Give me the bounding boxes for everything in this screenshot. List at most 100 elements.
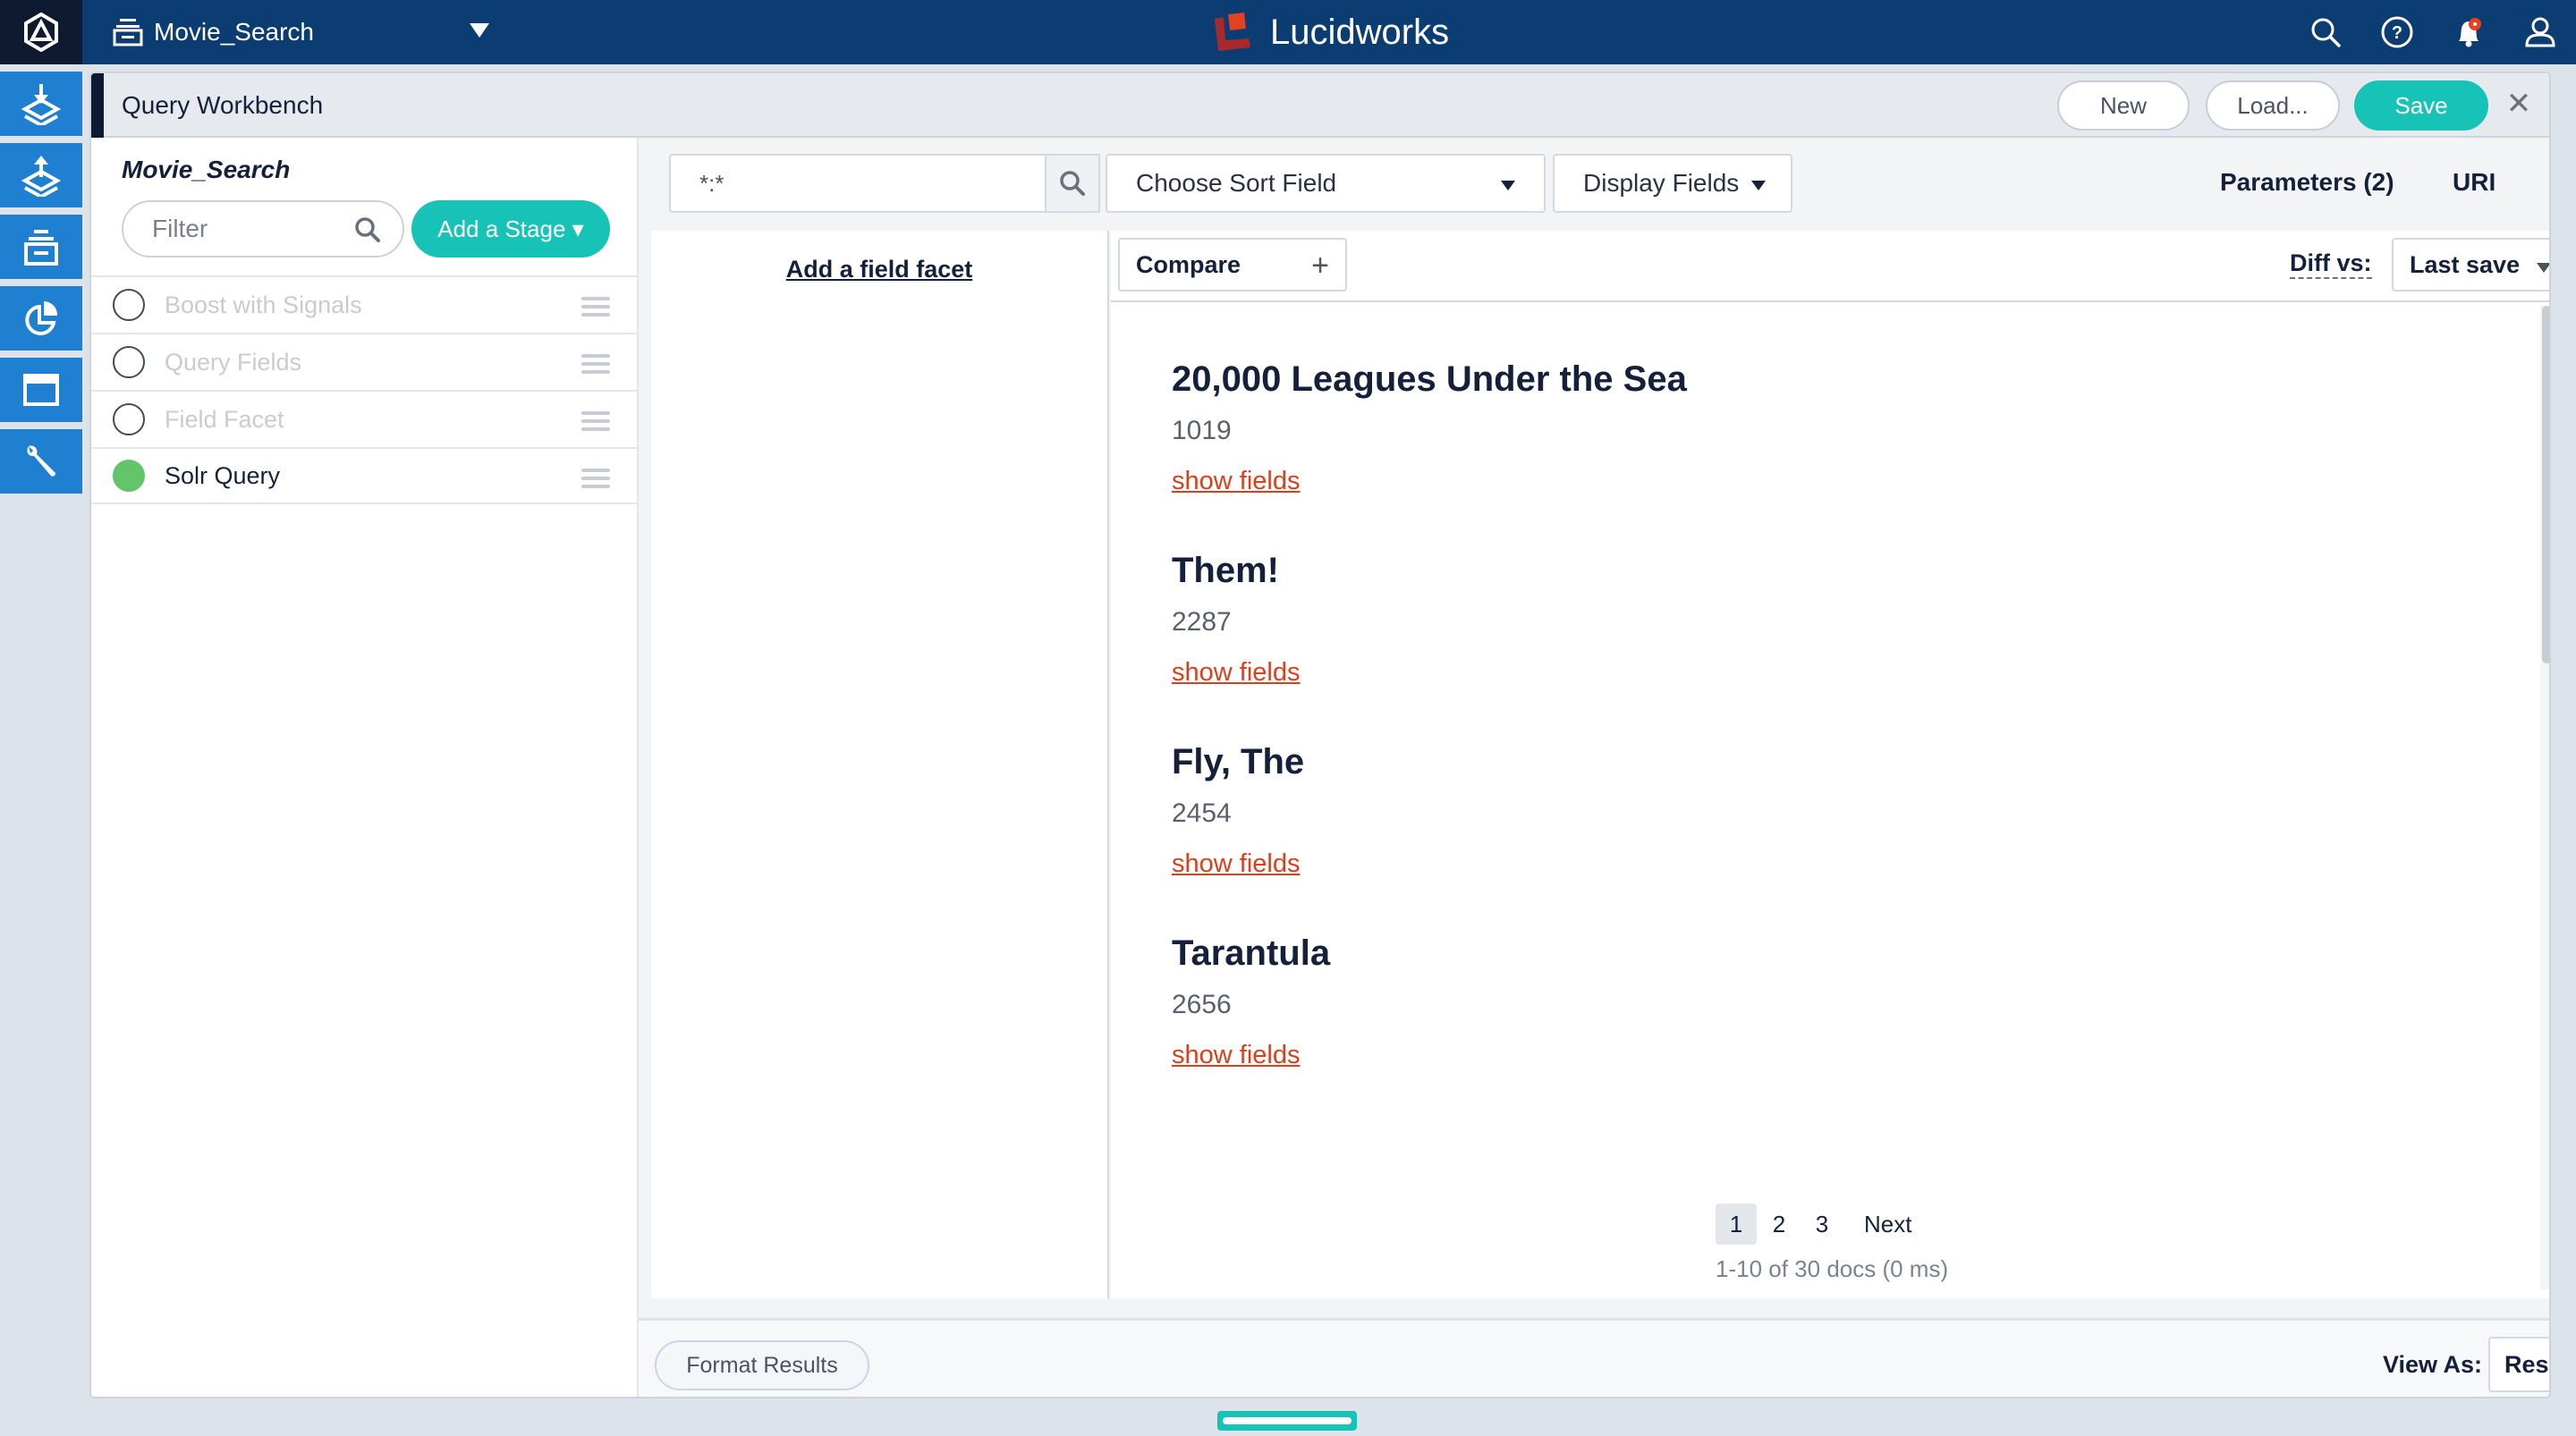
brand: Lucidworks	[1213, 0, 1449, 64]
filter-search-icon	[355, 217, 380, 242]
show-fields-link[interactable]: show fields	[1172, 1039, 1300, 1071]
show-fields-link[interactable]: show fields	[1172, 465, 1300, 497]
result-id: 2287	[1172, 607, 1232, 637]
rail-item-index[interactable]	[0, 72, 82, 136]
panel-resize-handle[interactable]	[1217, 1411, 1357, 1431]
app-selector-caret-icon[interactable]	[470, 23, 489, 38]
diff-vs-select[interactable]: Last save	[2392, 238, 2549, 291]
new-button[interactable]: New	[2057, 80, 2190, 131]
page-3-button[interactable]: 3	[1801, 1204, 1843, 1245]
query-input[interactable]: *:*	[669, 154, 1046, 213]
wrench-icon	[27, 445, 55, 477]
stage-toggle[interactable]	[113, 289, 145, 321]
add-field-facet-link[interactable]: Add a field facet	[651, 256, 1107, 283]
collections-icon	[24, 230, 58, 266]
results-list: 20,000 Leagues Under the Sea 1019 show f…	[1172, 356, 1687, 1121]
save-button[interactable]: Save	[2354, 80, 2488, 131]
stage-item[interactable]: Solr Query	[91, 447, 637, 504]
page-1-button[interactable]: 1	[1716, 1204, 1757, 1245]
close-icon[interactable]: ✕	[2501, 86, 2537, 122]
plus-icon: +	[1311, 249, 1329, 283]
pipeline-stages-panel: Movie_Search Filter Add a Stage ▾ Boost …	[91, 138, 639, 1397]
show-fields-link[interactable]: show fields	[1172, 848, 1300, 880]
rail-item-query[interactable]	[0, 143, 82, 207]
sort-field-label: Choose Sort Field	[1136, 169, 1337, 197]
format-results-button[interactable]: Format Results	[655, 1340, 869, 1390]
result-title: Them!	[1172, 551, 1279, 590]
pagination: 1 2 3 Next	[1716, 1204, 1911, 1245]
notifications-button[interactable]	[2433, 0, 2504, 64]
next-page-button[interactable]: Next	[1864, 1211, 1911, 1238]
query-search-button[interactable]	[1046, 154, 1100, 213]
stage-item[interactable]: Query Fields	[91, 333, 637, 390]
help-icon: ?	[2381, 16, 2413, 48]
rail-item-system[interactable]	[0, 429, 82, 494]
stage-toggle[interactable]	[113, 460, 145, 492]
stage-item[interactable]: Boost with Signals	[91, 275, 637, 333]
drag-handle-icon[interactable]	[581, 354, 610, 378]
pipeline-name: Movie_Search	[122, 156, 291, 183]
result-title: Tarantula	[1172, 933, 1331, 973]
query-workbench-panel: Query Workbench New Load... Save ✕ Movie…	[89, 72, 2551, 1398]
compare-button[interactable]: Compare +	[1118, 238, 1347, 291]
drag-handle-icon[interactable]	[581, 297, 610, 321]
brand-name: Lucidworks	[1270, 12, 1450, 52]
lucidworks-logo-icon	[1213, 12, 1254, 53]
result-item: Them! 2287 show fields	[1172, 547, 1687, 688]
drag-handle-icon[interactable]	[581, 411, 610, 435]
stage-toggle[interactable]	[113, 346, 145, 378]
view-as-value: Results	[2504, 1350, 2549, 1378]
chevron-down-icon	[1501, 181, 1515, 190]
drag-handle-icon[interactable]	[581, 469, 610, 493]
result-item: 20,000 Leagues Under the Sea 1019 show f…	[1172, 356, 1687, 497]
fusion-logo[interactable]	[0, 0, 82, 64]
display-fields-select[interactable]: Display Fields	[1553, 154, 1792, 213]
result-item: Fly, The 2454 show fields	[1172, 739, 1687, 880]
stage-list: Boost with Signals Query Fields Field Fa…	[91, 275, 637, 504]
panel-title: Query Workbench	[122, 91, 324, 119]
chevron-down-icon	[2537, 263, 2549, 273]
analytics-icon	[25, 300, 58, 335]
diff-vs-label: Diff vs:	[2290, 249, 2372, 279]
result-id: 2656	[1172, 990, 1232, 1019]
filter-placeholder: Filter	[152, 215, 208, 242]
parameters-link[interactable]: Parameters (2)	[2220, 168, 2394, 197]
load-button[interactable]: Load...	[2206, 80, 2340, 131]
result-title: Fly, The	[1172, 742, 1305, 781]
view-as-label: View As:	[2383, 1351, 2483, 1378]
stage-filter-input[interactable]: Filter	[122, 200, 404, 258]
add-stage-button[interactable]: Add a Stage ▾	[411, 200, 610, 258]
results-scrollbar[interactable]	[2540, 306, 2549, 1289]
diff-vs-value: Last save	[2410, 250, 2521, 278]
sort-field-select[interactable]: Choose Sort Field	[1106, 154, 1546, 213]
results-toolbar: Compare + Diff vs: Last save	[1111, 231, 2549, 302]
stage-item[interactable]: Field Facet	[91, 390, 637, 447]
notifications-icon	[2459, 18, 2481, 47]
query-value: *:*	[699, 169, 724, 197]
uri-link[interactable]: URI	[2453, 168, 2496, 197]
show-fields-link[interactable]: show fields	[1172, 656, 1300, 688]
workbench-area: *:* Choose Sort Field Display Fields Par…	[639, 138, 2549, 1397]
app-view-icon	[23, 374, 59, 406]
query-icon	[21, 156, 61, 197]
rail-item-analytics[interactable]	[0, 286, 82, 351]
user-icon	[2525, 17, 2555, 47]
page-2-button[interactable]: 2	[1758, 1204, 1800, 1245]
result-item: Tarantula 2656 show fields	[1172, 930, 1687, 1071]
app-selector[interactable]: Movie_Search	[113, 0, 314, 64]
view-as-select[interactable]: Results	[2488, 1337, 2549, 1392]
rail-item-app-view[interactable]	[0, 358, 82, 422]
scrollbar-thumb[interactable]	[2542, 306, 2549, 663]
result-count: 1-10 of 30 docs (0 ms)	[1716, 1255, 1949, 1282]
app-icon	[113, 19, 143, 46]
result-title: 20,000 Leagues Under the Sea	[1172, 359, 1687, 399]
user-button[interactable]	[2504, 0, 2576, 64]
search-button[interactable]	[2290, 0, 2361, 64]
chevron-down-icon	[1751, 181, 1766, 190]
stage-toggle[interactable]	[113, 403, 145, 435]
help-button[interactable]: ?	[2361, 0, 2433, 64]
svg-text:?: ?	[2392, 23, 2402, 43]
rail-item-collections[interactable]	[0, 215, 82, 279]
results-panel: Compare + Diff vs: Last save 20,000 Leag…	[1111, 231, 2549, 1298]
compare-label: Compare	[1136, 250, 1241, 278]
